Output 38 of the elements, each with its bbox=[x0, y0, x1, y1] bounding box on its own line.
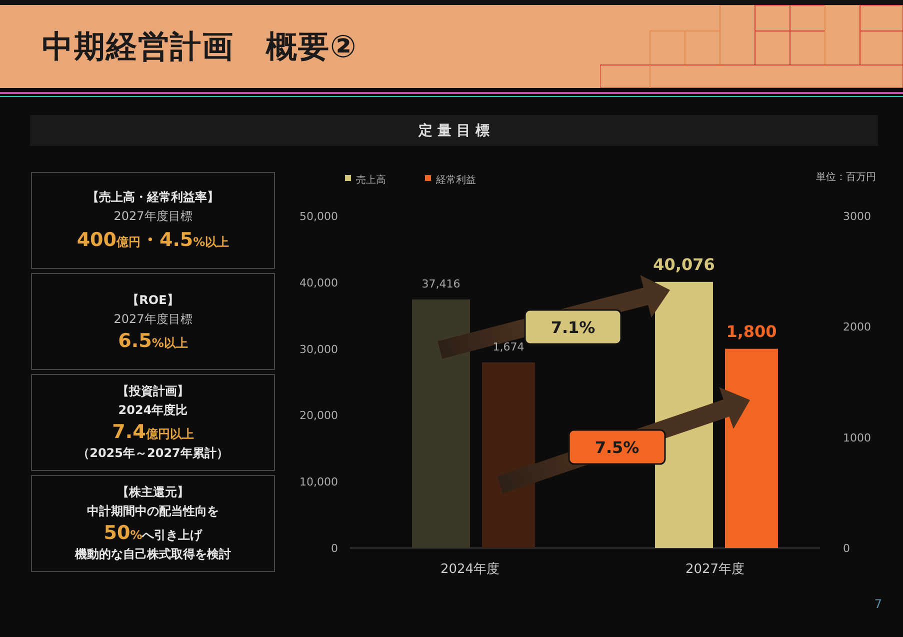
data-label: 40,076 bbox=[653, 254, 715, 274]
card-note: 2027年度目標 bbox=[114, 208, 192, 224]
axis-tick-label: 30,000 bbox=[300, 342, 338, 356]
card-heading: 機動的な自己株式取得を検討 bbox=[75, 546, 231, 563]
axis-tick-label: 10,000 bbox=[300, 476, 338, 489]
data-label: 1,674 bbox=[492, 340, 524, 354]
target-value: 50%へ引き上げ bbox=[104, 522, 202, 544]
card-heading: 【売上高・経常利益率】 bbox=[87, 188, 219, 206]
axis-tick-label: 1000 bbox=[843, 431, 871, 444]
card-note: 2027年度目標 bbox=[114, 310, 192, 328]
legend-label: 経常利益 bbox=[436, 175, 476, 186]
axis-tick-label: 40,000 bbox=[300, 276, 338, 290]
axis-tick-label: 0 bbox=[843, 542, 850, 555]
axis-tick-label: 20,000 bbox=[300, 409, 338, 422]
axis-tick-label: 2000 bbox=[843, 320, 871, 334]
growth-rate-label: 7.5% bbox=[594, 438, 640, 457]
axis-tick-label: 0 bbox=[331, 542, 338, 555]
target-value: 7.4億円以上 bbox=[112, 421, 194, 443]
section-heading: 定 量 目 標 bbox=[30, 115, 878, 146]
data-label: 1,800 bbox=[726, 322, 777, 341]
card-heading: 中計期間中の配当性向を bbox=[87, 503, 219, 520]
unit-label: 単位：百万円 bbox=[816, 172, 876, 183]
slide-title: 中期経営計画 概要② bbox=[42, 28, 358, 66]
card-heading: 【投資計画】 bbox=[117, 383, 189, 400]
target-value: 400億円・4.5%以上 bbox=[76, 228, 230, 252]
data-label: 37,416 bbox=[422, 278, 460, 291]
axis-tick-label: 3000 bbox=[843, 210, 871, 223]
target-value: 6.5%以上 bbox=[118, 330, 188, 352]
category-label: 2024年度 bbox=[440, 562, 500, 577]
growth-rate-label: 7.1% bbox=[550, 318, 596, 337]
axis-tick-label: 50,000 bbox=[300, 210, 338, 223]
card-heading: 2024年度比 bbox=[118, 402, 188, 419]
card-heading: （2025年～2027年累計） bbox=[78, 445, 228, 462]
card-heading: 【株主還元】 bbox=[117, 484, 189, 501]
page-number: 7 bbox=[874, 597, 882, 611]
legend-label: 売上高 bbox=[356, 175, 386, 186]
category-label: 2027年度 bbox=[685, 562, 745, 577]
card-heading: 【ROE】 bbox=[127, 292, 179, 308]
